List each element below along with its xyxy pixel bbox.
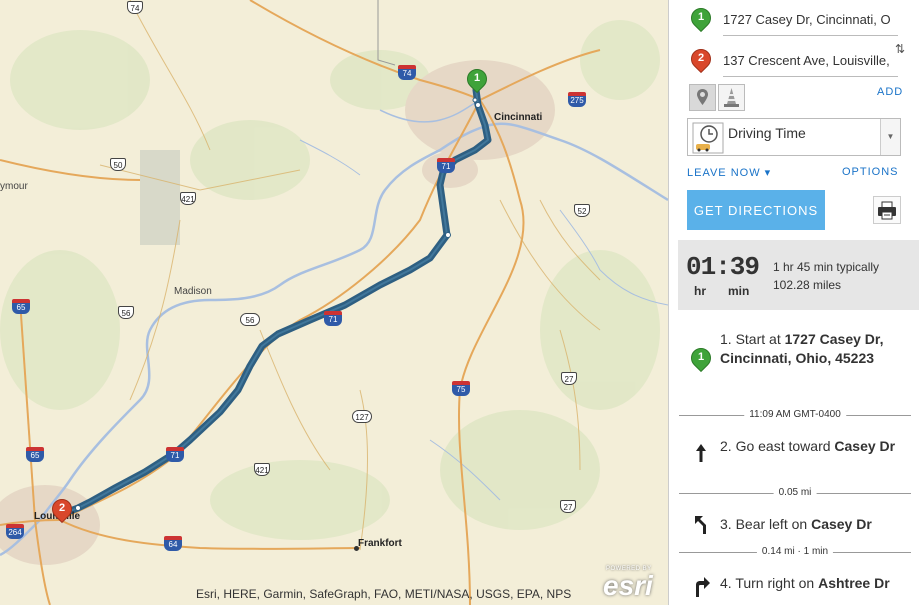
add-stop-link[interactable]: ADD xyxy=(877,86,903,98)
route-shield-us: 27 xyxy=(560,500,576,513)
leave-now-dropdown[interactable]: LEAVE NOW ▾ xyxy=(687,166,771,179)
route-shield-us: 56 xyxy=(118,306,134,319)
travel-mode-select[interactable]: Driving Time ▼ xyxy=(687,118,901,156)
route-shield-interstate: 275 xyxy=(568,92,586,107)
location-pin-icon xyxy=(697,89,708,105)
route-shield-interstate: 74 xyxy=(398,65,416,80)
route-shield-interstate: 264 xyxy=(6,524,24,539)
print-button[interactable] xyxy=(873,196,901,224)
route-shield-us: 27 xyxy=(561,372,577,385)
route-shield-state: 127 xyxy=(352,410,372,423)
chevron-down-icon[interactable]: ▼ xyxy=(880,119,900,155)
typical-time: 1 hr 45 min typically xyxy=(773,260,880,274)
step-separator: 0.14 mi · 1 min xyxy=(679,546,911,558)
town-label-madison: Madison xyxy=(174,286,212,297)
route-shield-us: 421 xyxy=(180,192,196,205)
route-shield-us: 421 xyxy=(254,463,270,476)
step-separator: 0.05 mi xyxy=(679,487,911,499)
route-summary: 01:39 hr min 1 hr 45 min typically 102.2… xyxy=(678,240,919,310)
route-shield-us: 52 xyxy=(574,204,590,217)
get-directions-button[interactable]: GET DIRECTIONS xyxy=(687,190,825,230)
stop-row-start: 1 1727 Casey Dr, Cincinnati, O xyxy=(669,3,919,40)
stop-row-end: 2 137 Crescent Ave, Louisville, xyxy=(669,44,919,81)
route-shield-interstate: 65 xyxy=(12,299,30,314)
end-address-input[interactable]: 137 Crescent Ave, Louisville, xyxy=(723,49,898,77)
hours-unit: hr xyxy=(694,284,706,298)
route-shield-interstate: 75 xyxy=(452,381,470,396)
traffic-cone-icon xyxy=(724,88,739,107)
travel-mode-label: Driving Time xyxy=(728,125,806,141)
route-shield-interstate: 71 xyxy=(324,311,342,326)
directions-panel: 1 1727 Casey Dr, Cincinnati, O 2 137 Cre… xyxy=(668,0,919,605)
driving-time-icon xyxy=(692,122,724,154)
route-shield-interstate: 64 xyxy=(164,536,182,551)
bear-left-icon xyxy=(691,512,711,536)
end-marker[interactable]: 2 xyxy=(47,494,77,525)
start-pin-icon: 1 xyxy=(686,343,716,373)
minutes-unit: min xyxy=(728,284,750,298)
start-pin-icon: 1 xyxy=(686,3,716,34)
end-pin-icon: 2 xyxy=(686,44,716,75)
route-shield-us: 50 xyxy=(110,158,126,171)
truck-mode-button[interactable] xyxy=(718,84,745,111)
arrow-up-icon xyxy=(691,441,711,465)
route-shield-interstate: 71 xyxy=(166,447,184,462)
town-label-seymour: ymour xyxy=(0,181,28,192)
city-label-cincinnati: Cincinnati xyxy=(494,112,543,123)
route-line xyxy=(58,86,492,518)
route-shield-us: 74 xyxy=(127,1,143,14)
car-mode-button[interactable] xyxy=(689,84,716,111)
map-attribution: Esri, HERE, Garmin, SafeGraph, FAO, METI… xyxy=(196,587,572,601)
city-label-frankfort: Frankfort xyxy=(358,538,402,549)
start-address-input[interactable]: 1727 Casey Dr, Cincinnati, O xyxy=(723,8,898,36)
drive-time: 01:39 xyxy=(686,252,760,282)
map-view[interactable]: 74 74 275 50 421 52 71 65 56 56 71 75 27… xyxy=(0,0,668,605)
printer-icon xyxy=(878,201,896,220)
step-separator: 11:09 AM GMT-0400 xyxy=(679,409,911,421)
route-shield-interstate: 71 xyxy=(437,158,455,173)
options-link[interactable]: OPTIONS xyxy=(842,166,899,178)
route-shield-interstate: 65 xyxy=(26,447,44,462)
route-shield-state: 56 xyxy=(240,313,260,326)
esri-logo: POWERED BY esri xyxy=(603,566,653,601)
start-marker[interactable]: 1 xyxy=(462,64,492,95)
turn-right-icon xyxy=(691,574,711,598)
city-dot-frankfort xyxy=(354,546,359,551)
swap-stops-icon[interactable]: ⇅ xyxy=(895,42,905,56)
total-distance: 102.28 miles xyxy=(773,278,842,292)
